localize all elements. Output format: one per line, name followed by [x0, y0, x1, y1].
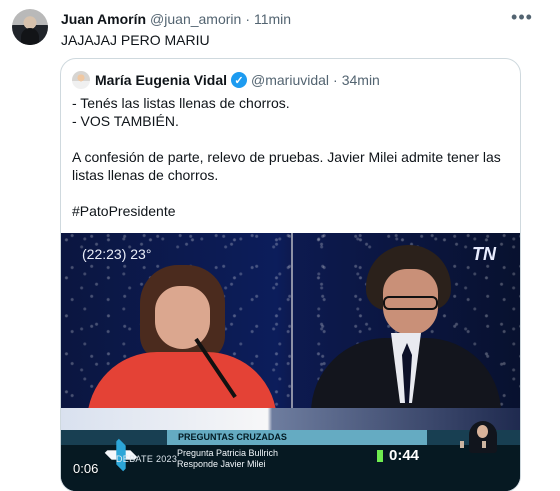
countdown-value: 0:44 — [389, 447, 420, 464]
split-screen-divider — [291, 233, 293, 430]
answer-line: Responde Javier Milei — [177, 459, 266, 469]
video-duration: 0:06 — [73, 461, 99, 476]
quoted-separator-dot: · — [333, 72, 338, 88]
separator-dot: · — [245, 11, 250, 27]
tweet-text: JAJAJAJ PERO MARIU — [61, 32, 210, 48]
author-avatar[interactable] — [12, 9, 48, 45]
tweet-time[interactable]: 11min — [254, 11, 291, 27]
debate-label: DEBATE 2023 — [116, 454, 178, 464]
video-thumbnail[interactable]: (22:23) 23° TN PREGUNTAS CRUZADAS DEBATE… — [61, 233, 520, 491]
quoted-tweet-text: - Tenés las listas llenas de chorros. - … — [72, 94, 510, 220]
broadcast-timestamp: (22:23) 23° — [82, 246, 152, 262]
speaker-left-face — [155, 286, 210, 349]
question-line: Pregunta Patricia Bullrich — [177, 448, 279, 458]
countdown-timer: 0:44 — [377, 447, 428, 465]
quoted-text-line-2: - VOS TAMBIÉN. — [72, 113, 179, 129]
segment-title: PREGUNTAS CRUZADAS — [167, 430, 427, 445]
quoted-text-line-3: A confesión de parte, relevo de pruebas.… — [72, 149, 501, 165]
quoted-text-line-4: listas llenas de chorros. — [72, 167, 219, 183]
broadcaster-logo: TN — [472, 244, 496, 264]
speaker-right — [311, 235, 501, 438]
speaker-right-glasses — [383, 296, 438, 310]
author-name[interactable]: Juan Amorín — [61, 11, 146, 27]
interpreter-hands — [460, 441, 486, 448]
tweet-card[interactable]: Juan Amorín @juan_amorin · 11min ••• JAJ… — [0, 0, 560, 491]
quoted-author-name[interactable]: María Eugenia Vidal — [95, 72, 227, 88]
quoted-author-avatar[interactable] — [72, 71, 90, 89]
quoted-tweet-header: María Eugenia Vidal ✓ @mariuvidal · 34mi… — [72, 70, 380, 90]
author-handle[interactable]: @juan_amorin — [150, 11, 241, 27]
quoted-text-line-1: - Tenés las listas llenas de chorros. — [72, 95, 290, 111]
tweet-header: Juan Amorín @juan_amorin · 11min — [61, 10, 291, 28]
verified-icon: ✓ — [231, 72, 248, 88]
quoted-author-handle[interactable]: @mariuvidal — [251, 72, 329, 88]
hashtag-link[interactable]: #PatoPresidente — [72, 202, 510, 220]
podium-desks — [61, 408, 520, 430]
quoted-tweet-time[interactable]: 34min — [342, 72, 380, 88]
quoted-tweet[interactable]: María Eugenia Vidal ✓ @mariuvidal · 34mi… — [60, 58, 521, 491]
sign-language-interpreter — [469, 421, 497, 453]
more-icon[interactable]: ••• — [511, 8, 533, 28]
